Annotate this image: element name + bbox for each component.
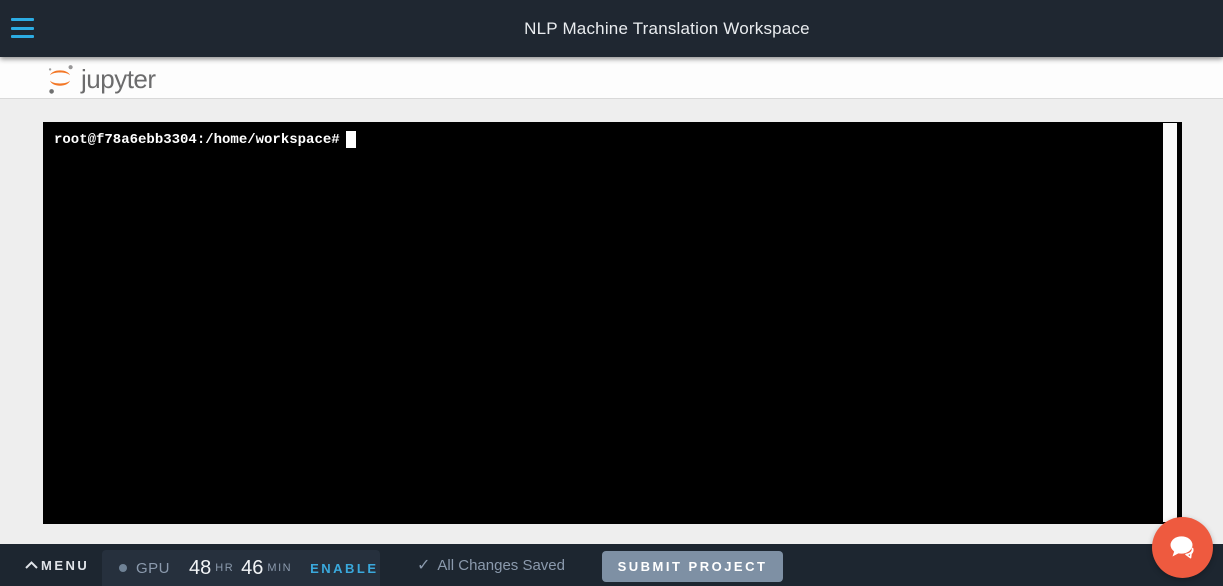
chat-fab-button[interactable] xyxy=(1152,517,1213,578)
gpu-status-dot-icon xyxy=(119,564,127,572)
page-title: NLP Machine Translation Workspace xyxy=(524,19,810,39)
terminal-scrollbar[interactable] xyxy=(1163,123,1177,522)
hamburger-bar xyxy=(11,27,34,30)
save-status-label: All Changes Saved xyxy=(437,557,565,574)
jupyter-wordmark: jupyter xyxy=(81,66,156,96)
terminal-prompt: root@f78a6ebb3304:/home/workspace# xyxy=(54,132,340,148)
menu-toggle-button[interactable]: MENU xyxy=(24,544,89,586)
gpu-hours-value: 48 xyxy=(189,557,211,580)
gpu-label: GPU xyxy=(136,560,170,577)
gpu-minutes-unit: MIN xyxy=(267,562,292,574)
app-header: NLP Machine Translation Workspace xyxy=(0,0,1223,57)
enable-gpu-button[interactable]: ENABLE xyxy=(310,561,378,576)
gpu-status-panel: GPU 48 HR 46 MIN ENABLE xyxy=(102,550,380,586)
jupyter-header-band: jupyter xyxy=(0,57,1223,99)
chat-bubble-icon xyxy=(1168,535,1198,561)
hamburger-bar xyxy=(11,35,34,38)
submit-project-button[interactable]: SUBMIT PROJECT xyxy=(602,551,783,582)
bottom-bar: MENU GPU 48 HR 46 MIN ENABLE ✓ All Chang… xyxy=(0,544,1223,586)
hamburger-bar xyxy=(11,18,34,21)
gpu-hours-unit: HR xyxy=(215,562,234,574)
menu-label: MENU xyxy=(41,558,89,573)
check-icon: ✓ xyxy=(417,555,430,575)
hamburger-menu-icon[interactable] xyxy=(10,16,36,40)
chevron-up-icon xyxy=(24,560,39,570)
save-status: ✓ All Changes Saved xyxy=(417,544,565,586)
gpu-minutes-value: 46 xyxy=(241,557,263,580)
jupyter-logo-icon xyxy=(47,61,73,100)
terminal[interactable]: root@f78a6ebb3304:/home/workspace# xyxy=(43,122,1182,524)
terminal-cursor-icon xyxy=(346,131,356,148)
terminal-prompt-line: root@f78a6ebb3304:/home/workspace# xyxy=(54,131,356,148)
jupyter-logo[interactable]: jupyter xyxy=(47,61,156,100)
